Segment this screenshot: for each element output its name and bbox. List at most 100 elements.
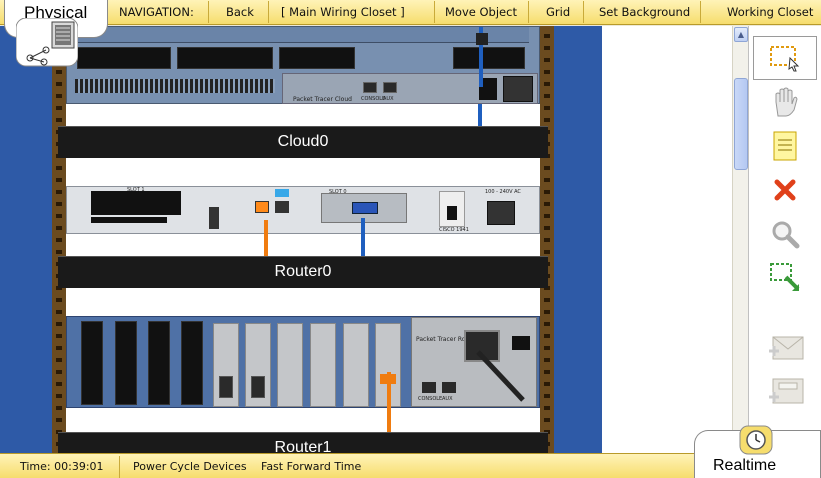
console-label: CONSOLE [361,96,386,102]
cloud-faceplate: Packet Tracer Cloud CONSOLE AUX [282,73,538,104]
router1-module[interactable] [343,323,369,407]
clock-icon [739,425,773,455]
module-port[interactable] [251,376,265,398]
divider [528,1,529,23]
router1-empty-slot [148,321,170,405]
delete-icon [774,179,796,201]
router1-console-port[interactable] [422,382,436,393]
divider [268,1,269,23]
device-label-router0: Router0 [58,256,548,288]
rack-rail-right [540,26,554,453]
cloud-card-row [73,27,529,43]
delete-tool[interactable] [753,168,817,212]
add-complex-pdu-tool[interactable] [753,370,817,414]
usb-port [209,207,219,229]
router1-empty-slot [115,321,137,405]
working-closet-button[interactable]: Working Closet [727,5,813,19]
module-port[interactable] [219,376,233,398]
router1-aux-label: AUX [442,396,453,402]
vertical-scrollbar[interactable]: ▲ ▼ [732,26,748,453]
router1-empty-slot [181,321,203,405]
router0-power-socket [487,201,515,225]
grid-button[interactable]: Grid [546,5,570,19]
navigation-title: NAVIGATION: [119,5,194,19]
physical-workspace-icon[interactable] [16,18,78,68]
router0-power-module [439,191,465,227]
router1-empty-slot [81,321,103,405]
cloud-slot [453,47,525,69]
place-note-icon [773,131,797,161]
power-cycle-devices-button[interactable]: Power Cycle Devices [133,460,247,473]
device-label-cloud0: Cloud0 [58,126,548,158]
console-port-blue[interactable] [275,189,289,197]
console-port[interactable] [363,82,377,93]
physical-workspace[interactable]: Packet Tracer Cloud CONSOLE AUX Cloud0 S… [0,26,748,453]
router1-aux-port[interactable] [442,382,456,393]
router1-device[interactable]: Packet Tracer Router CONSOLE AUX [66,316,540,408]
top-navigation-bar: NAVIGATION: Back [ Main Wiring Closet ] … [0,0,821,25]
select-tool-icon [770,46,800,72]
cloud0-device[interactable]: Packet Tracer Cloud CONSOLE AUX [66,26,540,104]
add-complex-pdu-icon [769,378,804,404]
device-label-router1: Router1 [58,432,548,453]
select-tool[interactable] [753,36,817,80]
back-button[interactable]: Back [226,5,254,19]
cable-orange[interactable] [387,372,391,432]
router0-power-switch[interactable] [447,206,457,220]
router0-slot1 [91,191,181,215]
fast-forward-time-button[interactable]: Fast Forward Time [261,460,361,473]
power-socket [503,76,533,102]
gig0-0-port[interactable] [255,201,269,213]
cable-orange[interactable] [264,220,268,256]
set-background-button[interactable]: Set Background [599,5,690,19]
workspace-background [602,26,732,453]
simulation-time: Time: 00:39:01 [20,460,104,473]
equipment-rack: Packet Tracer Cloud CONSOLE AUX Cloud0 S… [52,26,554,453]
location-breadcrumb[interactable]: [ Main Wiring Closet ] [281,5,405,19]
cloud-slot [77,47,171,69]
scroll-up-button[interactable]: ▲ [734,27,748,42]
router1-module[interactable] [213,323,239,407]
router1-module[interactable] [245,323,271,407]
inspect-magnify-icon [772,221,800,249]
cloud-slot [177,47,273,69]
realtime-mode-tab[interactable]: Realtime [694,425,821,478]
move-layout-tool[interactable] [753,80,817,124]
cloud-slot [279,47,355,69]
divider [208,1,209,23]
gig0-1-port[interactable] [275,201,289,213]
inspect-tool[interactable] [753,212,817,256]
resize-shape-icon [770,263,800,291]
router0-slot1-lower [91,217,167,223]
serial-port[interactable] [352,202,378,214]
add-simple-pdu-tool[interactable] [753,326,817,370]
realtime-label: Realtime [713,457,777,474]
cloud-panel-text: Packet Tracer Cloud [293,96,352,103]
scroll-thumb[interactable] [734,78,748,170]
move-object-button[interactable]: Move Object [445,5,517,19]
aux-label: AUX [383,96,394,102]
router0-power-text: 100 - 240V AC [485,189,521,195]
router1-faceplate: Packet Tracer Router CONSOLE AUX [411,317,537,407]
router1-module[interactable] [277,323,303,407]
cable-blue[interactable] [478,104,482,126]
cable-connector [476,33,488,45]
divider [434,1,435,23]
add-simple-pdu-icon [769,336,804,360]
slot0-label: SLOT 0 [329,189,347,195]
resize-shape-tool[interactable] [753,256,817,300]
router1-console-label: CONSOLE [418,396,443,402]
divider [119,456,120,478]
common-tools-bar [748,26,821,453]
slot1-label: SLOT 1 [127,187,145,193]
cable-blue[interactable] [361,218,365,256]
place-note-tool[interactable] [753,124,817,168]
router1-module[interactable] [310,323,336,407]
router0-device[interactable]: SLOT 0 SLOT 1 CISCO 1941 100 - 240V AC [66,186,540,234]
power-cable[interactable] [468,342,528,402]
cloud-vent [75,79,275,93]
divider [700,1,701,23]
divider [583,1,584,23]
aux-port[interactable] [383,82,397,93]
router0-model-text: CISCO 1941 [439,227,469,233]
